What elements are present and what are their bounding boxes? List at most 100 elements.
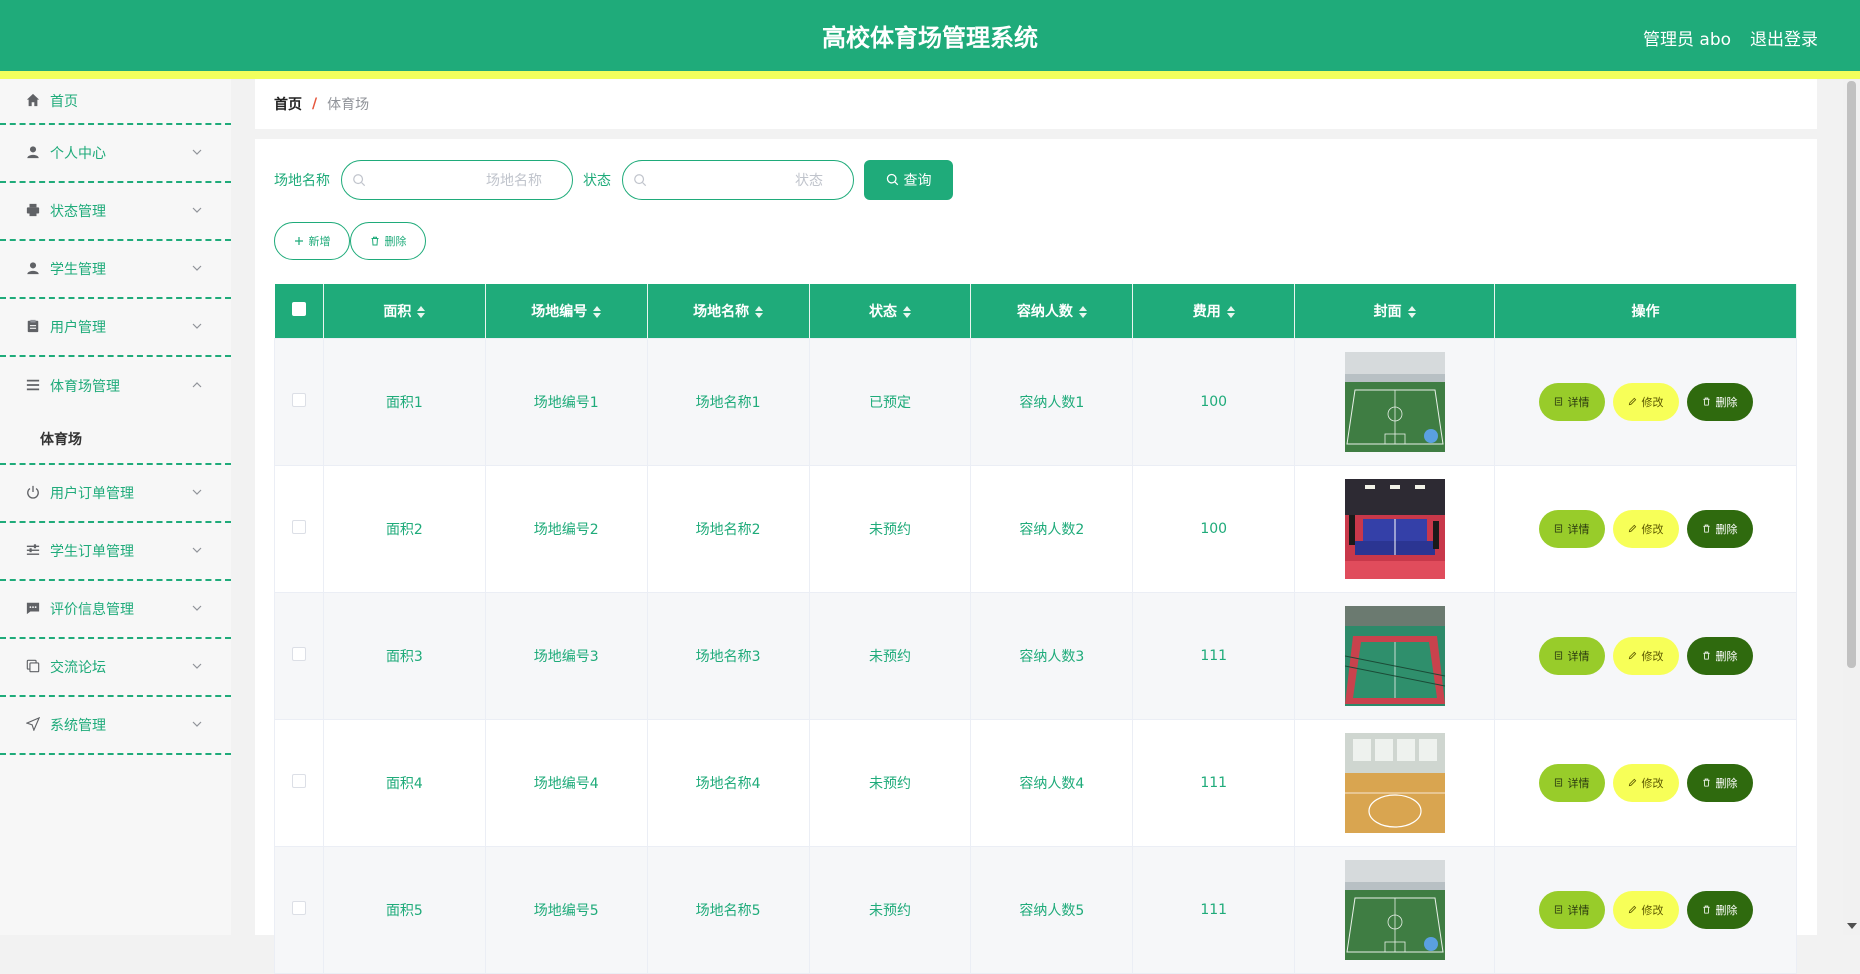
sort-icon[interactable]	[1078, 305, 1087, 318]
sidebar-item-status-management[interactable]: 状态管理	[0, 183, 231, 241]
delete-button[interactable]: 删除	[1686, 890, 1753, 929]
fee-cell: 100	[1132, 337, 1296, 466]
scrollbar-thumb[interactable]	[1847, 81, 1856, 668]
list-icon	[26, 378, 42, 394]
sidebar-item-student-management[interactable]: 学生管理	[0, 241, 231, 299]
name-cell: 场地名称2	[646, 464, 810, 593]
row-checkbox[interactable]	[291, 773, 306, 788]
row-checkbox[interactable]	[291, 519, 306, 534]
query-button[interactable]: 查询	[864, 160, 953, 200]
sort-icon[interactable]	[417, 305, 426, 318]
actions-cell: 详情 修改 删除	[1494, 464, 1797, 593]
table-tennis-photo[interactable]	[1344, 478, 1445, 579]
edit-button[interactable]: 修改	[1612, 636, 1679, 675]
sidebar-item-stadium-management[interactable]: 体育场管理	[0, 357, 231, 415]
table-row: 面积2 场地编号2 场地名称2 未预约 容纳人数2 100 详情 修改 删除	[274, 464, 1797, 593]
sort-icon[interactable]	[1226, 305, 1235, 318]
sidebar-item-student-orders[interactable]: 学生订单管理	[0, 523, 231, 581]
trash-icon	[1702, 397, 1712, 407]
sort-icon[interactable]	[755, 305, 764, 318]
delete-button[interactable]: 删除	[1686, 636, 1753, 675]
copy-icon	[26, 659, 42, 675]
column-header-actions: 操作	[1494, 284, 1797, 338]
outdoor-court-photo[interactable]	[1344, 605, 1445, 706]
page-scrollbar[interactable]	[1843, 79, 1860, 935]
delete-button[interactable]: 删除	[1686, 509, 1753, 548]
column-header-status[interactable]: 状态	[809, 284, 972, 338]
column-header-code[interactable]: 场地编号	[485, 284, 648, 338]
scroll-down-icon[interactable]	[1847, 923, 1857, 929]
sidebar-subitem-stadium[interactable]: 体育场	[0, 415, 231, 465]
edit-button[interactable]: 修改	[1612, 763, 1679, 802]
column-header-name[interactable]: 场地名称	[647, 284, 810, 338]
status-field	[622, 160, 854, 200]
sidebar-item-personal-center[interactable]: 个人中心	[0, 125, 231, 183]
fee-cell: 111	[1132, 718, 1296, 847]
sidebar-item-label: 学生订单管理	[50, 544, 134, 560]
status-label: 状态	[583, 173, 611, 189]
batch-delete-button[interactable]: 删除	[350, 222, 426, 260]
trash-icon	[1702, 778, 1712, 788]
trash-icon	[1702, 905, 1712, 915]
chevron-down-icon	[191, 146, 205, 160]
venue-name-label: 场地名称	[274, 173, 330, 189]
delete-button-label: 删除	[1715, 522, 1738, 536]
soccer-field-photo[interactable]	[1344, 351, 1445, 452]
row-checkbox[interactable]	[291, 392, 306, 407]
actions-cell: 详情 修改 删除	[1494, 718, 1797, 847]
search-icon	[352, 173, 367, 188]
detail-button[interactable]: 详情	[1538, 382, 1605, 421]
edit-button-label: 修改	[1641, 395, 1664, 409]
column-header-area[interactable]: 面积	[323, 284, 486, 338]
detail-button[interactable]: 详情	[1538, 509, 1605, 548]
basketball-court-photo[interactable]	[1344, 732, 1445, 833]
column-label: 场地名称	[693, 303, 750, 320]
status-input[interactable]	[623, 161, 853, 199]
code-cell: 场地编号2	[484, 464, 648, 593]
edit-button-label: 修改	[1641, 903, 1664, 917]
sidebar-item-label: 交流论坛	[50, 660, 106, 676]
sort-icon[interactable]	[593, 305, 602, 318]
sidebar-item-system-management[interactable]: 系统管理	[0, 697, 231, 755]
delete-button[interactable]: 删除	[1686, 763, 1753, 802]
sidebar-item-user-management[interactable]: 用户管理	[0, 299, 231, 357]
fee-cell: 100	[1132, 464, 1296, 593]
venue-name-field	[341, 160, 573, 200]
select-all-checkbox[interactable]	[291, 301, 306, 316]
edit-button[interactable]: 修改	[1612, 382, 1679, 421]
app-title: 高校体育场管理系统	[822, 24, 1038, 52]
delete-button[interactable]: 删除	[1686, 382, 1753, 421]
venue-name-input[interactable]	[342, 161, 572, 199]
logout-link[interactable]: 退出登录	[1750, 25, 1818, 50]
sidebar-item-user-orders[interactable]: 用户订单管理	[0, 465, 231, 523]
breadcrumb-home[interactable]: 首页	[274, 94, 302, 114]
add-button[interactable]: 新增	[274, 222, 350, 260]
sidebar-item-forum[interactable]: 交流论坛	[0, 639, 231, 697]
power-icon	[26, 485, 42, 501]
capacity-cell: 容纳人数3	[970, 591, 1134, 720]
sidebar-item-review-management[interactable]: 评价信息管理	[0, 581, 231, 639]
column-header-capacity[interactable]: 容纳人数	[970, 284, 1134, 338]
column-label: 封面	[1373, 303, 1402, 320]
detail-button[interactable]: 详情	[1538, 890, 1605, 929]
edit-button[interactable]: 修改	[1612, 890, 1679, 929]
detail-button[interactable]: 详情	[1538, 636, 1605, 675]
row-checkbox[interactable]	[291, 900, 306, 915]
column-header-fee[interactable]: 费用	[1132, 284, 1296, 338]
column-header-cover[interactable]: 封面	[1294, 284, 1496, 338]
cover-cell	[1294, 464, 1496, 593]
detail-button-label: 详情	[1567, 522, 1590, 536]
soccer-field-photo[interactable]	[1344, 859, 1445, 960]
edit-button[interactable]: 修改	[1612, 509, 1679, 548]
pencil-icon	[1628, 397, 1638, 407]
trash-icon	[1702, 524, 1712, 534]
sort-icon[interactable]	[902, 305, 911, 318]
row-select-cell	[274, 718, 324, 847]
sidebar-item-home[interactable]: 首页	[0, 79, 231, 125]
sidebar-item-label: 评价信息管理	[50, 602, 134, 618]
detail-button[interactable]: 详情	[1538, 763, 1605, 802]
chevron-down-icon	[191, 718, 205, 732]
sort-icon[interactable]	[1407, 305, 1416, 318]
row-checkbox[interactable]	[291, 646, 306, 661]
document-icon	[1554, 650, 1564, 661]
